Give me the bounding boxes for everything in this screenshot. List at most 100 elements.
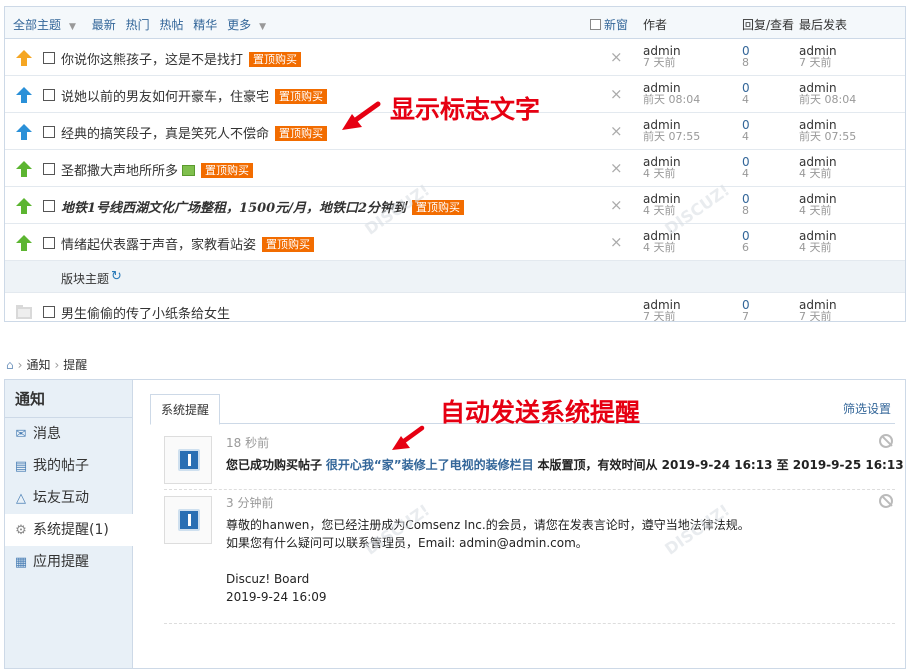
replies-cell: 04 [742,156,750,180]
thread-title[interactable]: 情绪起伏表露于声音，家教看站姿 置顶购买 [61,234,315,253]
last-post-cell: admin 7 天前 [799,45,837,69]
chevron-down-icon: ▼ [69,22,76,32]
last-post-time: 4 天前 [799,204,832,217]
table-row[interactable]: 你说你这熊孩子，这是不是找打 置顶购买 × admin 7 天前 0 8 admin 7 天前 [5,39,905,76]
table-row[interactable]: 圣都撒大声地所所多 置顶购买 × admin 4 天前 0 4 admin 4 天前 [5,150,905,187]
thread-title[interactable]: 说她以前的男友如何开豪车，住豪宅 置顶购买 [61,86,328,105]
document-icon: ▤ [14,459,28,474]
row-checkbox[interactable] [43,200,55,212]
last-post-cell: admin 前天 07:55 [799,119,856,143]
thread-title[interactable]: 经典的搞笑段子，真是笑死人不偿命 置顶购买 [61,123,328,142]
pin-up-arrow-icon [16,161,32,177]
row-checkbox[interactable] [43,126,55,138]
sidebar-item-interaction[interactable]: △ 坛友互动 [5,482,132,514]
breadcrumb-remind[interactable]: 提醒 [63,358,87,372]
tab-more[interactable]: 更多 ▼ [227,18,272,32]
table-row[interactable]: 情绪起伏表露于声音，家教看站姿 置顶购买 × admin 4 天前 0 6 admin 4 天前 [5,224,905,261]
tab-latest[interactable]: 最新 [92,18,116,32]
red-arrow-icon [392,425,425,450]
last-post-cell: admin 4 天前 [799,230,837,254]
view-count: 8 [742,204,749,217]
replies-cell: 08 [742,193,750,217]
author-time: 7 天前 [643,56,676,69]
sticky-purchase-badge: 置顶购买 [275,89,328,104]
close-icon[interactable]: × [610,159,623,177]
author-time: 前天 07:55 [643,130,701,143]
sidebar-title: 通知 [5,380,132,418]
thread-title[interactable]: 地铁1号线西湖文化广场整租，1500元/月，地铁口2分钟到 置顶购买 [61,197,465,216]
table-row[interactable]: 地铁1号线西湖文化广场整租，1500元/月，地铁口2分钟到 置顶购买 × admin 4… [5,187,905,224]
thread-list: 全部主题 ▼ 最新 热门 热帖 精华 更多 ▼ 新窗 作者 回复/查看 最后发表 你… [4,6,906,322]
red-arrow-icon [342,101,381,130]
delete-icon[interactable] [879,434,893,448]
notice-avatar [164,496,212,544]
info-doc-icon [178,449,200,471]
view-count: 4 [742,93,749,106]
breadcrumb-notice[interactable]: 通知 [26,358,50,372]
replies-cell: 04 [742,82,750,106]
close-icon[interactable]: × [610,48,623,66]
row-checkbox[interactable] [43,89,55,101]
close-icon[interactable]: × [610,85,623,103]
filter-settings-link[interactable]: 筛选设置 [843,400,891,417]
last-post-cell: admin 前天 08:04 [799,82,856,106]
sidebar-item-system[interactable]: ⚙ 系统提醒(1) [5,514,133,546]
tab-digest[interactable]: 精华 [193,18,217,32]
breadcrumb: ⌂ › 通知 › 提醒 [6,358,88,372]
pin-up-arrow-icon [16,198,32,214]
row-checkbox[interactable] [43,306,55,318]
row-checkbox[interactable] [43,237,55,249]
pin-up-arrow-icon [16,124,32,140]
tab-hot-posts[interactable]: 热帖 [159,18,183,32]
section-label: 版块主题 [61,272,110,286]
row-checkbox[interactable] [43,52,55,64]
tab-all[interactable]: 全部主题 ▼ [13,18,82,32]
row-checkbox[interactable] [43,163,55,175]
close-icon[interactable]: × [610,233,623,251]
view-count: 8 [742,56,749,69]
author-cell: admin 4 天前 [643,156,681,180]
last-post-time: 前天 08:04 [799,93,857,106]
folder-icon [16,305,32,319]
table-row[interactable]: 男生偷偷的传了小纸条给女生 admin 7 天前 0 7 admin 7 天前 [5,293,905,322]
section-header: 版块主题 ↻ [5,261,905,293]
notice-item: 3 分钟前 尊敬的hanwen，您已经注册成为Comsenz Inc.的会员，请… [164,492,895,624]
thread-link[interactable]: 很开心我“家”装修上了电视的装修栏目 [326,458,534,472]
close-icon[interactable]: × [610,196,623,214]
sidebar: 通知 ✉ 消息 ▤ 我的帖子 △ 坛友互动 ⚙ 系统提醒(1) ▦ 应用提醒 [5,380,133,668]
author-time: 7 天前 [643,310,676,322]
home-icon[interactable]: ⌂ [6,358,14,372]
thread-title[interactable]: 男生偷偷的传了小纸条给女生 [61,303,230,321]
close-icon[interactable]: × [610,122,623,140]
thread-list-header: 全部主题 ▼ 最新 热门 热帖 精华 更多 ▼ 新窗 作者 回复/查看 最后发表 [5,7,905,39]
thread-title[interactable]: 你说你这熊孩子，这是不是找打 置顶购买 [61,49,302,68]
sidebar-item-messages[interactable]: ✉ 消息 [5,418,132,450]
new-window-checkbox[interactable]: 新窗 [590,16,628,33]
sidebar-item-my-posts[interactable]: ▤ 我的帖子 [5,450,132,482]
gear-icon: ⚙ [15,523,27,538]
last-post-time: 前天 07:55 [799,130,857,143]
author-cell: admin 7 天前 [643,45,681,69]
thread-title[interactable]: 圣都撒大声地所所多 置顶购买 [61,160,254,179]
sticky-purchase-badge: 置顶购买 [412,200,465,215]
sticky-purchase-badge: 置顶购买 [249,52,302,67]
author-time: 4 天前 [643,204,676,217]
author-time: 4 天前 [643,241,676,254]
refresh-icon[interactable]: ↻ [111,269,122,284]
sticky-purchase-badge: 置顶购买 [201,163,254,178]
last-post-cell: admin 4 天前 [799,193,837,217]
notice-item: 18 秒前 您已成功购买帖子 很开心我“家”装修上了电视的装修栏目 本版置顶，有… [164,432,904,490]
sidebar-item-apps[interactable]: ▦ 应用提醒 [5,546,132,578]
chevron-down-icon: ▼ [259,22,267,32]
pin-up-arrow-icon [16,50,32,66]
pin-up-arrow-icon [16,87,32,103]
checkbox[interactable] [590,19,601,30]
notice-message: 尊敬的hanwen，您已经注册成为Comsenz Inc.的会员，请您在发表言论… [226,518,750,604]
tab-system-remind[interactable]: 系统提醒 [150,394,221,425]
notice-time: 3 分钟前 [226,496,274,510]
replies-cell: 08 [742,45,750,69]
delete-icon[interactable] [879,494,893,508]
triangle-icon: △ [16,491,26,506]
sticky-purchase-badge: 置顶购买 [262,237,315,252]
tab-hot[interactable]: 热门 [126,18,150,32]
